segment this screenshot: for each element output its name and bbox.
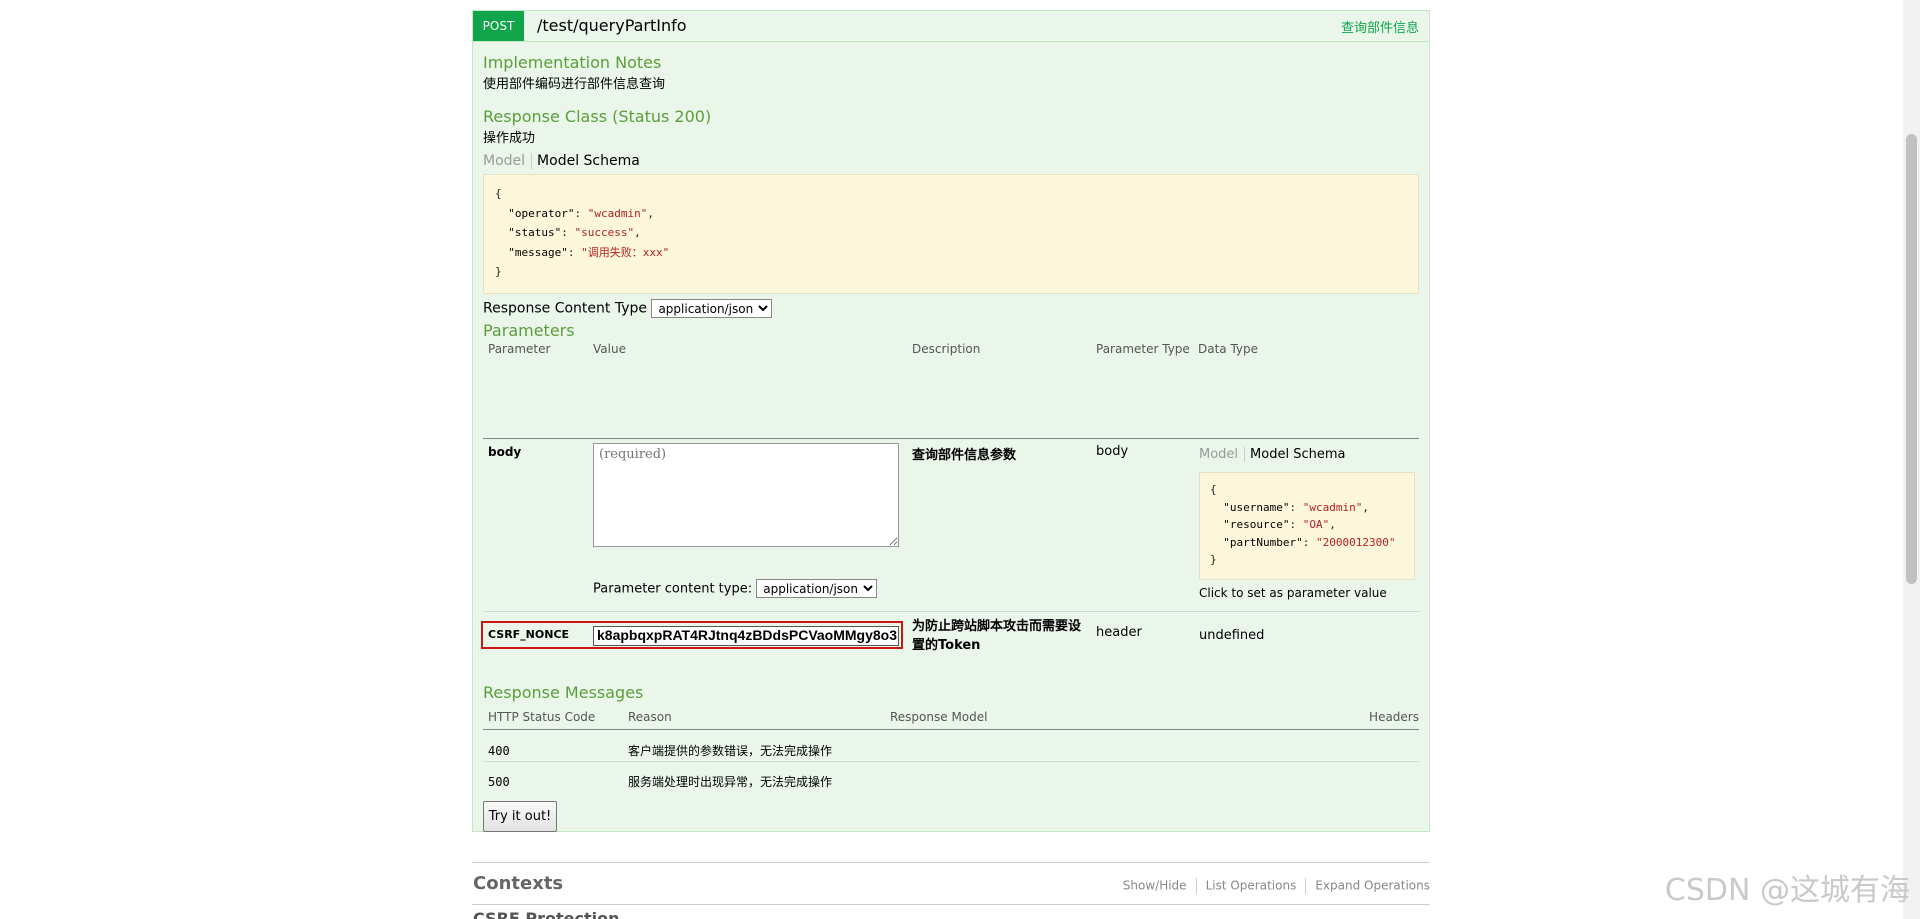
implementation-notes-heading: Implementation Notes <box>483 53 662 72</box>
col-parameter: Parameter <box>488 342 551 356</box>
col-description: Description <box>912 342 981 356</box>
schema-value: "2000012300" <box>1315 535 1396 549</box>
table-header-rule <box>483 438 1419 439</box>
response-class-heading: Response Class (Status 200) <box>483 107 712 126</box>
schema-value: "OA" <box>1302 518 1330 531</box>
tab-model[interactable]: Model <box>483 153 533 169</box>
body-textarea[interactable] <box>593 443 899 547</box>
endpoint-summary[interactable]: 查询部件信息 <box>1341 17 1419 36</box>
response-content-type-label: Response Content Type <box>483 300 647 317</box>
tab-model[interactable]: Model <box>1199 447 1246 462</box>
csrf-nonce-input[interactable]: k8apbqxpRAT4RJtnq4zBDdsPCVaoMMgy8o3iG <box>593 626 899 646</box>
brace-close: } <box>1210 553 1217 566</box>
schema-key: "status" <box>508 226 562 239</box>
messages-header-rule <box>483 729 1419 730</box>
response-schema-snippet: { "operator": "wcadmin", "status": "succ… <box>483 174 1419 294</box>
response-class-text: 操作成功 <box>483 131 536 146</box>
col-http-status: HTTP Status Code <box>488 710 596 724</box>
contexts-links: Show/Hide List Operations Expand Operation… <box>1123 878 1430 894</box>
response-messages-heading: Response Messages <box>483 683 644 702</box>
param-name-csrf: CSRF_NONCE <box>488 628 570 641</box>
param-description-csrf: 为防止跨站脚本攻击而需要设 置的Token <box>912 617 1081 655</box>
endpoint-path[interactable]: /test/queryPartInfo <box>537 16 687 35</box>
link-separator <box>1305 878 1307 894</box>
brace-open: { <box>495 187 502 200</box>
data-type-tabs: Model Model Schema <box>1199 447 1345 462</box>
brace-close: } <box>495 265 502 278</box>
param-type-body: body <box>1096 444 1129 459</box>
schema-key: "username" <box>1223 500 1290 514</box>
status-code: 500 <box>488 775 510 789</box>
try-it-out-button[interactable]: Try it out! <box>483 801 557 832</box>
expand-operations-link[interactable]: Expand Operations <box>1315 879 1430 893</box>
operation-panel: POST /test/queryPartInfo 查询部件信息 Implemen… <box>472 10 1430 832</box>
tab-model-schema[interactable]: Model Schema <box>1245 447 1345 462</box>
param-name-body: body <box>488 445 522 459</box>
param-schema-snippet[interactable]: { "username": "wcadmin", "resource": "OA… <box>1199 472 1415 580</box>
schema-value: "调用失败：xxx" <box>581 245 670 259</box>
row-divider <box>483 611 1419 612</box>
data-type-csrf: undefined <box>1199 628 1265 643</box>
param-description-body: 查询部件信息参数 <box>912 448 1017 463</box>
schema-key: "partNumber" <box>1223 535 1303 549</box>
csrf-description-line: 置的Token <box>912 638 981 653</box>
param-content-type-row: Parameter content type: application/json <box>593 579 878 598</box>
contexts-title[interactable]: Contexts <box>473 873 563 894</box>
col-reason: Reason <box>628 710 672 724</box>
status-reason: 客户端提供的参数错误，无法完成操作 <box>628 744 833 758</box>
implementation-notes-text: 使用部件编码进行部件信息查询 <box>483 77 666 92</box>
click-to-set-hint: Click to set as parameter value <box>1199 586 1387 600</box>
list-operations-link[interactable]: List Operations <box>1206 879 1297 893</box>
schema-value: "wcadmin" <box>587 206 648 220</box>
csrf-description-line: 为防止跨站脚本攻击而需要设 <box>912 619 1082 634</box>
response-model-tabs: Model Model Schema <box>483 153 640 169</box>
param-type-csrf: header <box>1096 625 1142 640</box>
schema-key: "message" <box>508 245 568 259</box>
section-divider <box>472 904 1430 905</box>
response-content-type-select[interactable]: application/json <box>651 299 773 318</box>
next-section-title[interactable]: CSRF Protection <box>473 909 620 919</box>
param-content-type-label: Parameter content type: <box>593 581 753 597</box>
brace-open: { <box>1210 483 1217 496</box>
http-method-badge: POST <box>473 11 524 41</box>
param-content-type-select[interactable]: application/json <box>756 579 878 598</box>
show-hide-link[interactable]: Show/Hide <box>1123 879 1187 893</box>
response-content-type-row: Response Content Type application/json <box>483 299 773 318</box>
schema-key: "operator" <box>508 206 575 220</box>
schema-key: "resource" <box>1223 518 1290 531</box>
watermark: CSDN @这城有海 <box>1664 873 1910 908</box>
row-divider <box>483 761 1419 762</box>
scrollbar-thumb[interactable] <box>1906 134 1917 584</box>
schema-value: "success" <box>574 226 635 239</box>
col-headers: Headers <box>1369 710 1419 724</box>
col-parameter-type: Parameter Type <box>1096 342 1190 356</box>
status-reason: 服务端处理时出现异常，无法完成操作 <box>628 775 833 789</box>
tab-model-schema[interactable]: Model Schema <box>532 153 640 169</box>
col-response-model: Response Model <box>890 710 988 724</box>
parameters-heading: Parameters <box>483 321 575 340</box>
status-code: 400 <box>488 744 510 758</box>
operation-header[interactable]: POST /test/queryPartInfo 查询部件信息 <box>473 11 1429 42</box>
schema-value: "wcadmin" <box>1302 500 1363 514</box>
col-data-type: Data Type <box>1198 342 1259 356</box>
link-separator <box>1195 878 1197 894</box>
col-value: Value <box>593 342 626 356</box>
section-divider <box>472 862 1430 863</box>
